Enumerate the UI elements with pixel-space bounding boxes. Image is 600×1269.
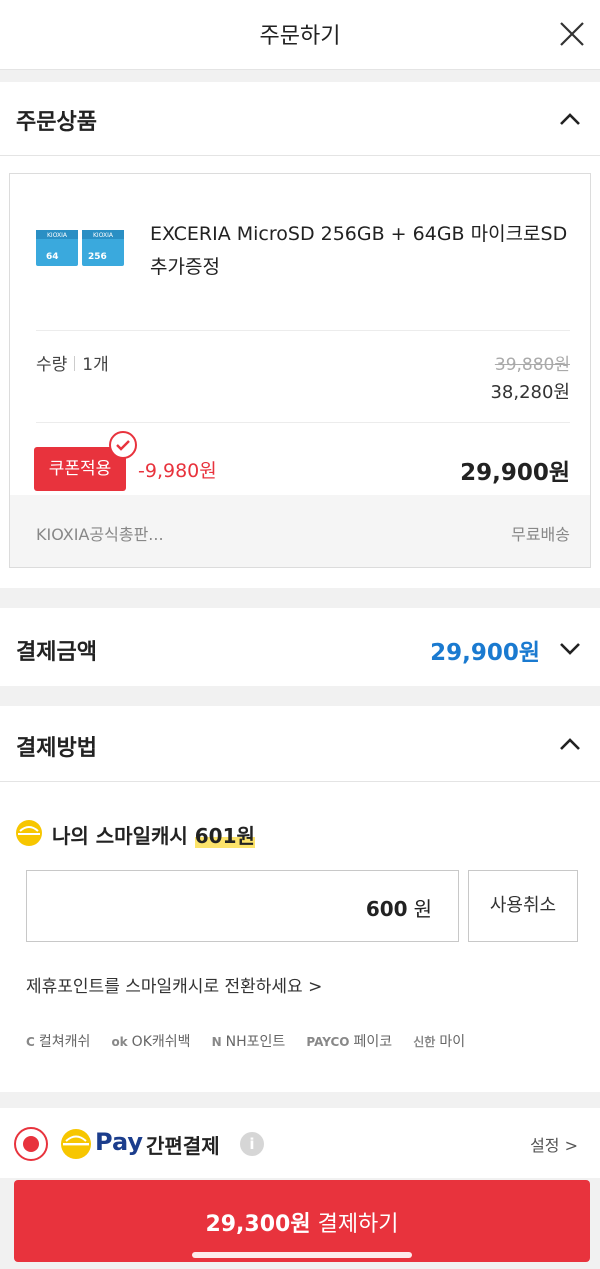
smile-cash-balance: 601원	[194, 824, 255, 848]
pay-button-amount: 29,300원	[205, 1212, 311, 1237]
point-label: 컬쳐캐쉬	[38, 1033, 91, 1050]
easy-pay-label: 간편결제	[146, 1134, 220, 1158]
smile-cash-amount: 600 원	[366, 893, 432, 922]
shipping-info: 무료배송	[511, 525, 570, 544]
product-name[interactable]: EXCERIA MicroSD 256GB + 64GB 마이크로SD 추가증정	[150, 218, 580, 284]
point-culture-cash[interactable]: C 컬쳐캐쉬	[26, 1031, 90, 1051]
close-icon[interactable]	[554, 16, 590, 52]
shinhan-icon: 신한	[413, 1034, 436, 1049]
product-thumbnail: KIOXIA KIOXIA 64 256	[36, 230, 124, 266]
point-label: NH포인트	[225, 1033, 286, 1050]
thumb-brand-right: KIOXIA	[93, 232, 114, 239]
smile-cash-icon	[16, 820, 42, 846]
thumb-brand-left: KIOXIA	[47, 232, 68, 239]
home-indicator	[192, 1252, 412, 1258]
quantity-label: 수량	[36, 355, 68, 375]
smile-pay-option[interactable]: Pay 간편결제 i 설정 >	[0, 1108, 600, 1178]
settings-link[interactable]: 설정 >	[530, 1132, 578, 1156]
check-icon	[109, 431, 137, 459]
nh-icon: N	[211, 1034, 222, 1049]
payco-icon: PAYCO	[306, 1034, 350, 1049]
payment-method-body: 나의 스마일캐시 601원 600 원 사용취소 제휴포인트를 스마일캐시로 전환…	[0, 782, 600, 1092]
smile-cash-label: 나의 스마일캐시 601원	[52, 820, 255, 849]
point-ok-cashbag[interactable]: ok OK캐쉬백	[111, 1031, 190, 1051]
smile-cash-amount-input[interactable]: 600 원	[26, 870, 459, 942]
thumb-capacity-right: 256	[88, 252, 107, 262]
ok-cashbag-icon: ok	[111, 1034, 128, 1049]
point-shinhan[interactable]: 신한 마이	[413, 1031, 465, 1051]
smile-pay-logo-icon	[61, 1129, 91, 1159]
coupon-discount: -9,980원	[138, 460, 217, 482]
point-label: 마이	[439, 1033, 466, 1050]
seller-bar: KIOXIA공식총판... 무료배송	[10, 495, 590, 567]
payment-amount-title: 결제금액	[16, 640, 97, 665]
thumb-capacity-left: 64	[46, 252, 59, 262]
pay-button-label: 결제하기	[317, 1212, 399, 1237]
order-items-title: 주문상품	[16, 110, 97, 135]
point-label: 페이코	[353, 1033, 393, 1050]
smile-cash-unit: 원	[413, 897, 432, 921]
divider	[36, 330, 570, 331]
pay-button[interactable]: 29,300원 결제하기	[14, 1180, 590, 1262]
final-price: 29,900원	[460, 460, 570, 486]
point-nh[interactable]: N NH포인트	[212, 1031, 286, 1051]
page-title: 주문하기	[259, 24, 341, 49]
payment-method-header[interactable]: 결제방법	[0, 706, 600, 782]
payment-amount-header[interactable]: 결제금액 29,900원	[0, 608, 600, 686]
point-payco[interactable]: PAYCO 페이코	[306, 1031, 392, 1051]
point-label: OK캐쉬백	[131, 1033, 191, 1050]
radio-selected-icon[interactable]	[14, 1127, 48, 1161]
info-icon[interactable]: i	[240, 1132, 264, 1156]
seller-name[interactable]: KIOXIA공식총판...	[36, 521, 164, 545]
pay-word: Pay	[95, 1128, 144, 1156]
pay-button-text: 29,300원 결제하기	[14, 1180, 590, 1238]
order-items-body: KIOXIA KIOXIA 64 256 EXCERIA MicroSD 256…	[0, 156, 600, 588]
culture-cash-icon: C	[26, 1034, 35, 1049]
app-header: 주문하기	[0, 0, 600, 70]
original-price: 39,880원	[494, 355, 570, 375]
payment-method-title: 결제방법	[16, 736, 97, 761]
sale-price: 38,280원	[490, 382, 570, 403]
smile-cash-amount-value: 600	[365, 897, 408, 921]
order-items-header[interactable]: 주문상품	[0, 82, 600, 156]
payment-amount-value: 29,900원	[430, 640, 540, 666]
quantity: 수량 1개	[36, 350, 109, 375]
chevron-down-icon[interactable]	[556, 634, 584, 662]
quantity-value: 1개	[82, 355, 109, 375]
cancel-use-button[interactable]: 사용취소	[468, 870, 578, 942]
chevron-up-icon[interactable]	[556, 730, 584, 758]
quantity-separator	[74, 356, 76, 371]
convert-points-link[interactable]: 제휴포인트를 스마일캐시로 전환하세요 >	[26, 972, 322, 997]
partner-points-list: C 컬쳐캐쉬 ok OK캐쉬백 N NH포인트 PAYCO 페이코 신한 마이	[26, 1030, 586, 1054]
product-card: KIOXIA KIOXIA 64 256 EXCERIA MicroSD 256…	[9, 173, 591, 568]
smile-cash-title: 나의 스마일캐시	[52, 824, 188, 848]
divider	[36, 422, 570, 423]
chevron-up-icon[interactable]	[556, 105, 584, 133]
